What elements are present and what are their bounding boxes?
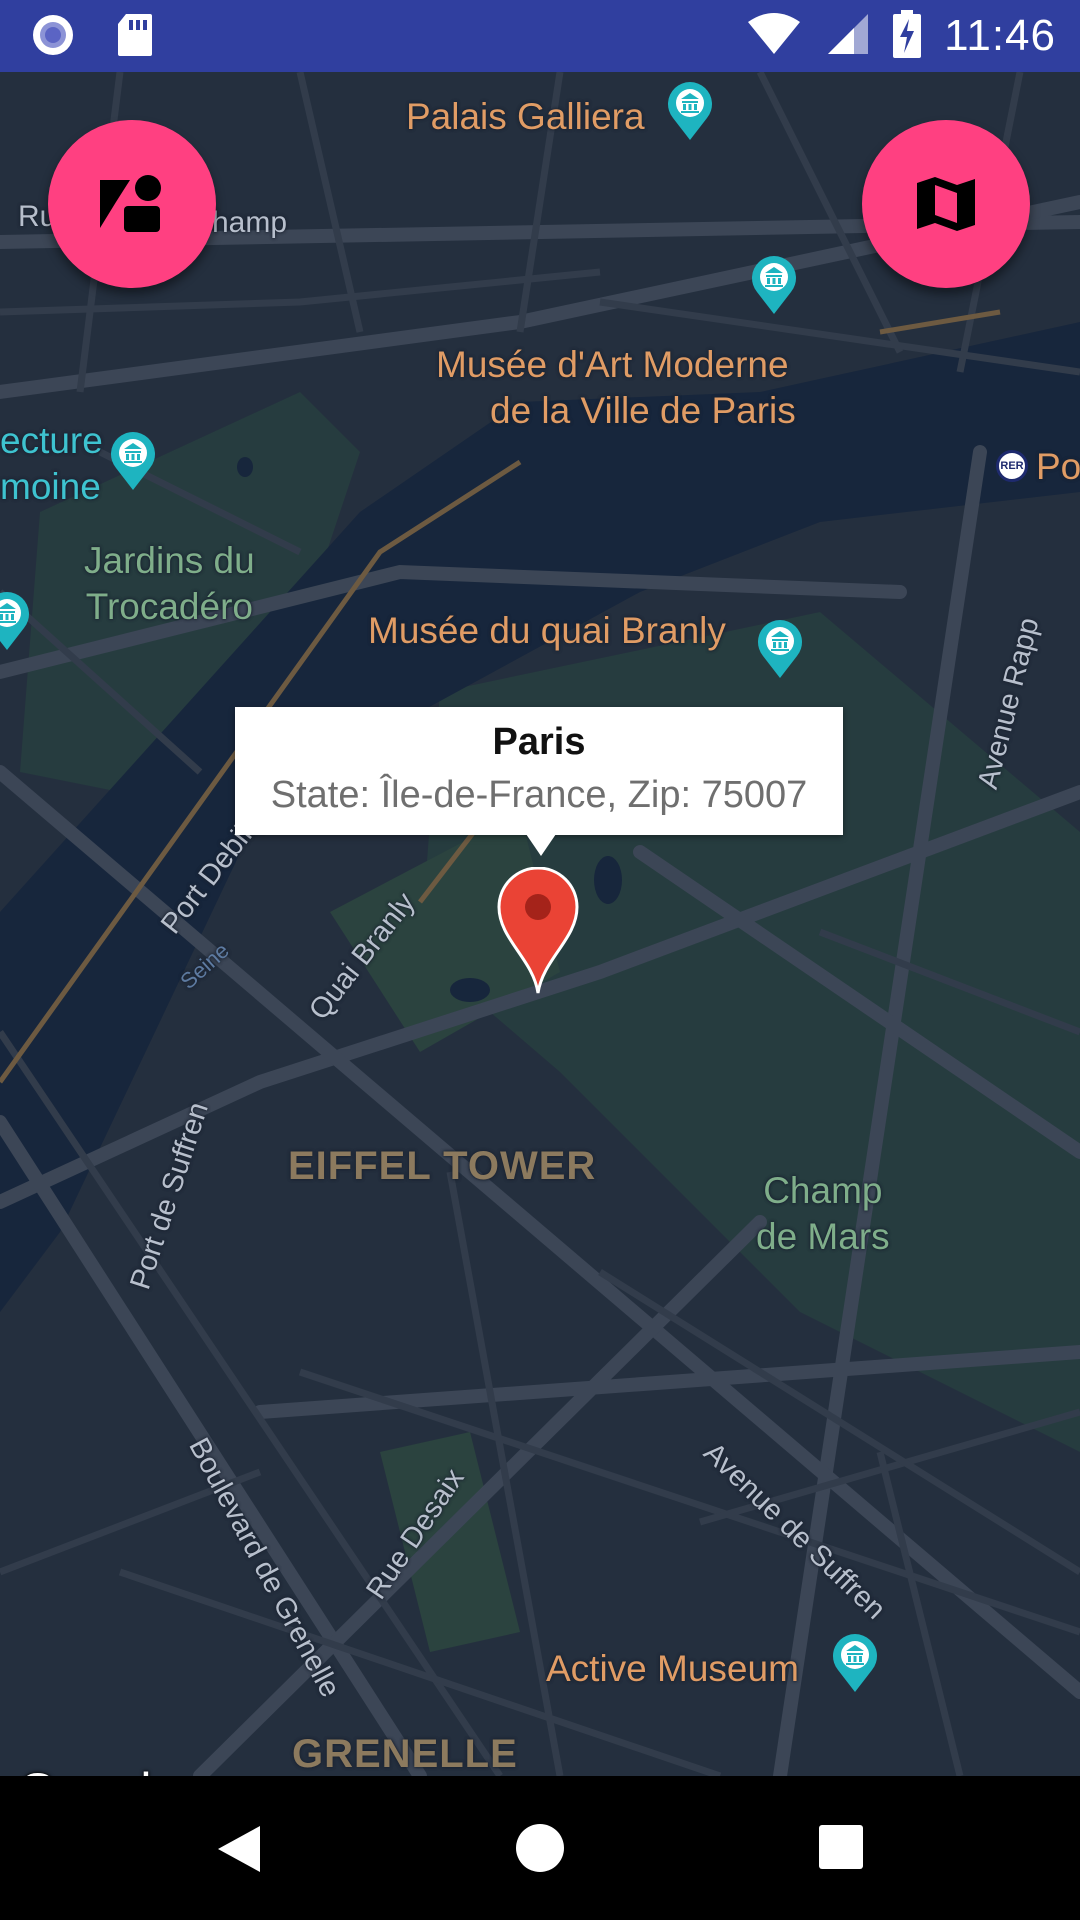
museum-pin-icon[interactable]: [0, 590, 32, 652]
status-bar: 11:46: [0, 0, 1080, 72]
navigation-bar: [0, 1776, 1080, 1920]
park-label-champ-de-mars[interactable]: Champ de Mars: [756, 1168, 890, 1260]
poi-label-cite-architecture[interactable]: ecture: [0, 420, 103, 462]
museum-pin-icon[interactable]: [830, 1632, 880, 1694]
park-label-jardins-line2: Trocadéro: [85, 586, 253, 627]
map-style-button[interactable]: [48, 120, 216, 288]
street-label-rue-champ-end: hamp: [212, 206, 288, 239]
wifi-icon: [746, 12, 802, 61]
museum-pin-icon[interactable]: [108, 430, 158, 492]
poi-label-cite-architecture-line2[interactable]: moine: [0, 466, 101, 508]
map-type-button[interactable]: [862, 120, 1030, 288]
back-icon[interactable]: [214, 1824, 264, 1874]
map-view[interactable]: RER Palais Galliera Musée d'Art Moderne …: [0, 72, 1080, 1776]
radio-icon: [30, 12, 76, 63]
park-label-champ-line1: Champ: [763, 1170, 883, 1211]
museum-pin-icon[interactable]: [665, 80, 715, 142]
park-label-jardins[interactable]: Jardins du Trocadéro: [84, 538, 255, 630]
museum-pin-icon[interactable]: [749, 254, 799, 316]
rer-station-badge[interactable]: RER: [996, 450, 1028, 482]
poi-label-po[interactable]: Po: [1036, 446, 1080, 488]
district-label-eiffel-tower: EIFFEL TOWER: [288, 1144, 597, 1188]
google-logo: Google: [18, 1762, 179, 1776]
info-window-title: Paris: [492, 721, 586, 763]
map-style-icon: [100, 175, 161, 232]
sd-card-icon: [116, 12, 154, 63]
location-marker-icon[interactable]: [497, 867, 579, 995]
battery-charging-icon: [892, 9, 922, 64]
poi-label-active-museum[interactable]: Active Museum: [546, 1648, 799, 1690]
district-label-grenelle: GRENELLE: [292, 1732, 518, 1776]
info-window-snippet: State: Île-de-France, Zip: 75007: [270, 774, 808, 816]
map-icon: [917, 177, 975, 231]
info-window-pointer: [526, 834, 556, 856]
marker-info-window[interactable]: Paris State: Île-de-France, Zip: 75007: [235, 707, 843, 835]
poi-label-musee-quai-branly[interactable]: Musée du quai Branly: [368, 610, 726, 652]
museum-pin-icon[interactable]: [755, 618, 805, 680]
park-label-jardins-line1: Jardins du: [84, 540, 255, 581]
signal-icon: [824, 12, 870, 61]
clock: 11:46: [944, 11, 1056, 60]
poi-label-musee-art-moderne[interactable]: Musée d'Art Moderne: [436, 344, 789, 386]
recents-icon[interactable]: [818, 1824, 864, 1870]
home-icon[interactable]: [515, 1823, 565, 1873]
poi-label-palais-galliera[interactable]: Palais Galliera: [406, 96, 645, 138]
poi-label-musee-art-moderne-line2[interactable]: de la Ville de Paris: [490, 390, 796, 432]
park-label-champ-line2: de Mars: [756, 1216, 890, 1257]
